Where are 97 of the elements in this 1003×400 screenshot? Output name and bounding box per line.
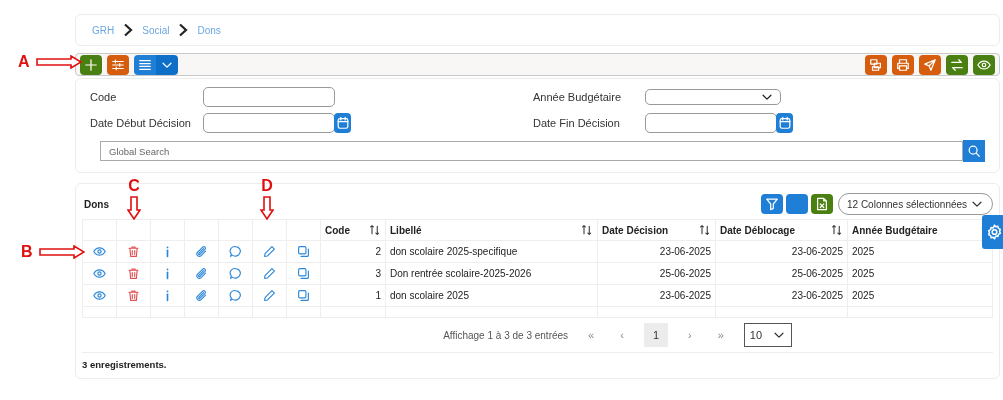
annotation-letter: C — [128, 178, 140, 194]
preview-button[interactable] — [973, 54, 995, 75]
print-button[interactable] — [892, 54, 914, 75]
table-cell: 23-06-2025 — [597, 284, 716, 307]
calendar-button[interactable] — [776, 113, 793, 133]
table-title: Dons — [83, 198, 109, 210]
add-button[interactable] — [80, 54, 102, 75]
pagination-info: Affichage 1 à 3 de 3 entrées — [443, 329, 569, 341]
arrow — [260, 196, 274, 220]
page-size-select[interactable]: 10 — [743, 323, 792, 347]
table-cell: Don rentrée scolaire-2025-2026 — [385, 262, 598, 285]
calendar-button[interactable] — [334, 113, 351, 133]
settings-button[interactable] — [982, 215, 1003, 249]
blank-button[interactable] — [786, 194, 808, 214]
column-header[interactable]: Libellé — [385, 219, 598, 241]
field-label: Année Budgétaire — [533, 91, 623, 103]
stacked-documents-icon — [869, 57, 883, 72]
annotation-letter: A — [18, 53, 30, 70]
trash-icon — [127, 289, 140, 302]
search-button[interactable] — [963, 140, 985, 162]
spreadsheet-file-icon — [815, 197, 829, 211]
table-cell: 25-06-2025 — [715, 262, 848, 285]
pencil-icon — [263, 267, 276, 280]
annotation-letter: D — [261, 178, 273, 194]
paper-plane-icon — [923, 57, 937, 72]
printer-icon — [896, 57, 910, 72]
swap-arrows-icon — [950, 57, 964, 72]
settings-icon — [986, 223, 1003, 241]
date-field[interactable] — [203, 113, 335, 133]
sort-icon — [831, 224, 843, 236]
field-label: Date Fin Décision — [533, 117, 621, 129]
paperclip-icon — [195, 245, 208, 258]
sort-icon — [699, 224, 711, 236]
first-page-button[interactable]: « — [582, 326, 601, 344]
plus-icon — [84, 57, 98, 72]
excel-export-button[interactable] — [811, 194, 833, 214]
pencil-icon — [263, 245, 276, 258]
filter-settings-button[interactable] — [107, 54, 129, 75]
calendar-icon — [335, 116, 350, 130]
chevron-right-icon — [177, 23, 190, 37]
list-view-button[interactable] — [134, 54, 156, 75]
sort-icon — [369, 224, 381, 236]
copy-icon — [297, 245, 310, 258]
field-label: Date Début Décision — [90, 117, 192, 129]
date-field[interactable] — [645, 113, 777, 133]
send-button[interactable] — [919, 54, 941, 75]
column-header[interactable]: Date Décision — [597, 219, 716, 241]
pencil-icon — [263, 289, 276, 302]
copy-icon — [297, 267, 310, 280]
list-icon — [138, 57, 152, 72]
chat-bubble-icon — [229, 289, 242, 302]
search-icon — [967, 144, 981, 158]
view-icon — [93, 245, 106, 258]
field-label: Code — [90, 91, 118, 103]
table-cell: 25-06-2025 — [597, 262, 716, 285]
paperclip-icon — [195, 267, 208, 280]
funnel-icon — [765, 197, 779, 211]
trash-icon — [127, 245, 140, 258]
table-cell: 2025 — [847, 284, 993, 307]
filter-button[interactable] — [761, 194, 783, 214]
column-header[interactable]: Code — [320, 219, 386, 241]
sort-icon — [581, 224, 593, 236]
table-cell: 1 — [320, 284, 386, 307]
record-count: 3 enregistrements. — [82, 358, 168, 372]
table-cell: don scolaire 2025-specifique — [385, 240, 598, 263]
export-button[interactable] — [865, 54, 887, 75]
arrow — [127, 196, 141, 220]
page-button[interactable]: 1 — [643, 323, 668, 347]
chat-bubble-icon — [229, 267, 242, 280]
table-cell: 23-06-2025 — [715, 284, 848, 307]
table-cell: don scolaire 2025 — [385, 284, 598, 307]
table-cell: 2025 — [847, 262, 993, 285]
table-cell: 23-06-2025 — [597, 240, 716, 263]
sliders-icon — [111, 57, 125, 72]
table-cell: 23-06-2025 — [715, 240, 848, 263]
eye-icon — [977, 57, 991, 72]
copy-icon — [297, 289, 310, 302]
column-selector[interactable]: 12 Colonnes sélectionnées — [838, 193, 993, 215]
chevron-right-icon — [122, 23, 135, 37]
swap-button[interactable] — [946, 54, 968, 75]
table-cell: 2 — [320, 240, 386, 263]
code-field[interactable] — [203, 87, 335, 107]
previous-page-button[interactable]: ‹ — [614, 326, 630, 344]
chat-bubble-icon — [229, 245, 242, 258]
annotation-letter: B — [21, 244, 33, 260]
paperclip-icon — [195, 289, 208, 302]
table-cell: 3 — [320, 262, 386, 285]
next-page-button[interactable]: › — [682, 326, 698, 344]
global-search-field[interactable]: Global Search — [100, 141, 963, 161]
trash-icon — [127, 267, 140, 280]
view-icon — [93, 267, 106, 280]
dropdown-field[interactable] — [645, 89, 781, 105]
column-header[interactable]: Date Déblocage — [715, 219, 848, 241]
view-dropdown-button[interactable] — [156, 54, 178, 75]
view-icon — [93, 289, 106, 302]
calendar-icon — [777, 116, 792, 130]
last-page-button[interactable]: » — [711, 326, 730, 344]
